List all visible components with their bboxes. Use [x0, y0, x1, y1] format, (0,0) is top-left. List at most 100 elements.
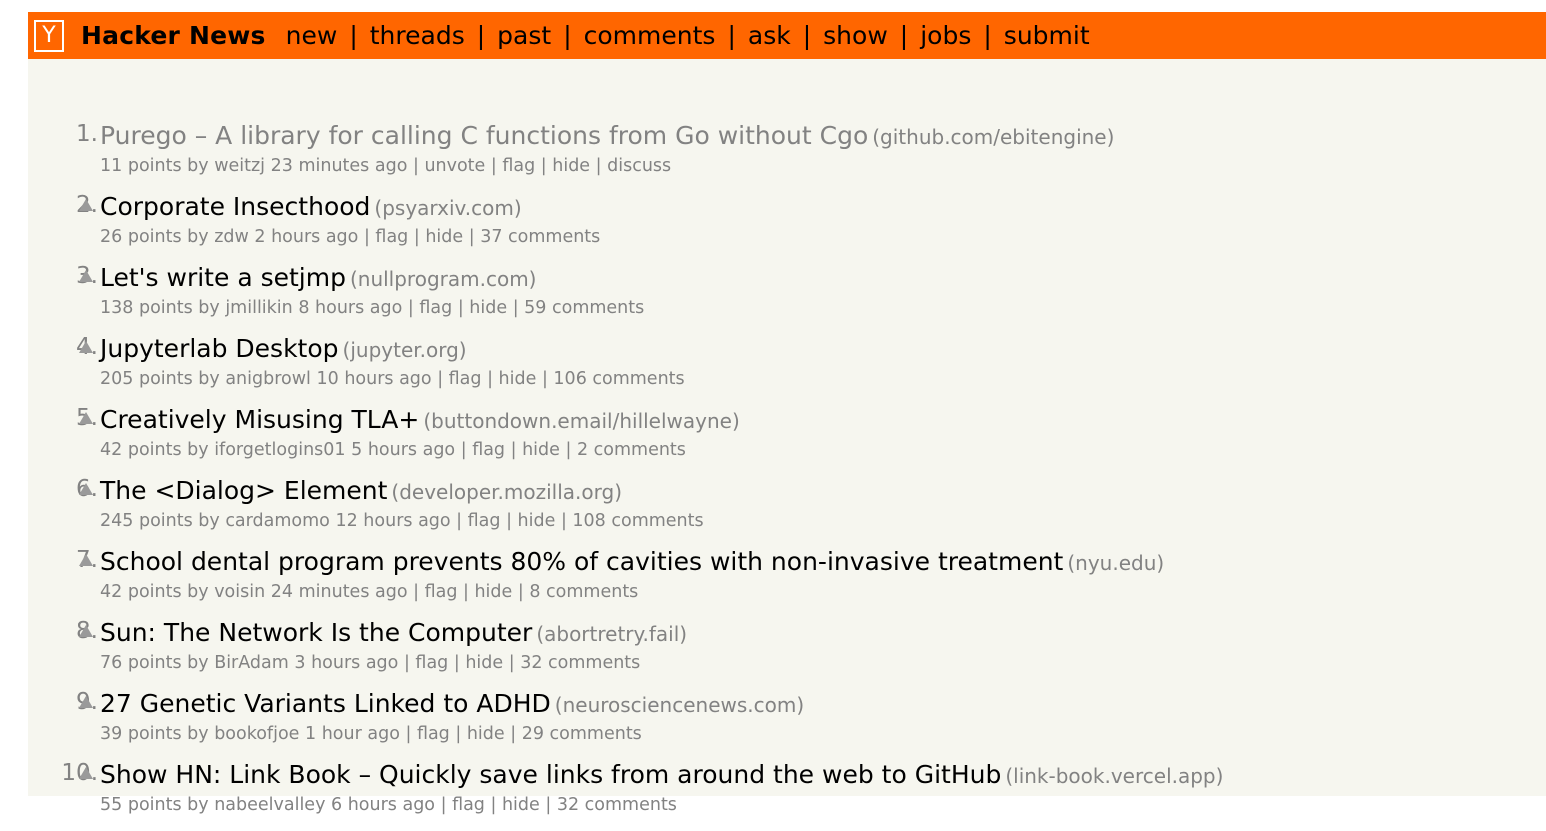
- story-site[interactable]: (nyu.edu): [1067, 551, 1164, 575]
- story-age-link[interactable]: 5 hours ago: [351, 440, 455, 460]
- comments-link[interactable]: 8 comments: [529, 582, 638, 602]
- story-title-link[interactable]: Purego – A library for calling C functio…: [100, 121, 868, 150]
- comments-link[interactable]: 37 comments: [480, 227, 600, 247]
- story-age-link[interactable]: 8 hours ago: [298, 298, 402, 318]
- y-logo-icon[interactable]: Y: [34, 19, 64, 52]
- nav-link-show[interactable]: show: [823, 21, 888, 50]
- story-site[interactable]: (developer.mozilla.org): [391, 480, 622, 504]
- story-user-link[interactable]: bookofjoe: [214, 724, 299, 744]
- upvote-arrow-icon[interactable]: [79, 341, 93, 353]
- comments-link[interactable]: 29 comments: [522, 724, 642, 744]
- story-site[interactable]: (abortretry.fail): [536, 622, 687, 646]
- nav-link-jobs[interactable]: jobs: [920, 21, 971, 50]
- nav-separator: |: [899, 21, 909, 50]
- upvote-arrow-icon[interactable]: [79, 483, 93, 495]
- nav-link-past[interactable]: past: [497, 21, 551, 50]
- hide-link[interactable]: hide: [469, 298, 507, 318]
- story-points: 39 points: [100, 724, 182, 744]
- hide-link[interactable]: hide: [522, 440, 560, 460]
- story-age-link[interactable]: 24 minutes ago: [271, 582, 408, 602]
- story-rank: 1.: [76, 121, 98, 147]
- story-subtext: 26 points by zdw 2 hours ago | flag | hi…: [100, 227, 601, 247]
- flag-link[interactable]: flag: [452, 795, 485, 815]
- story-title-link[interactable]: Creatively Misusing TLA+: [100, 405, 419, 434]
- story-subtext: 42 points by voisin 24 minutes ago | fla…: [100, 582, 639, 602]
- story-age-link[interactable]: 3 hours ago: [294, 653, 398, 673]
- story-user-link[interactable]: jmillikin: [225, 298, 292, 318]
- story-title-link[interactable]: Jupyterlab Desktop: [100, 334, 339, 363]
- story-title-link[interactable]: Let's write a setjmp: [100, 263, 346, 292]
- comments-link[interactable]: 32 comments: [520, 653, 640, 673]
- story-title-link[interactable]: Show HN: Link Book – Quickly save links …: [100, 760, 1001, 789]
- flag-link[interactable]: flag: [375, 227, 408, 247]
- story-user-link[interactable]: weitzj: [214, 156, 265, 176]
- story-user-link[interactable]: voisin: [214, 582, 265, 602]
- comments-link[interactable]: 2 comments: [577, 440, 686, 460]
- hide-link[interactable]: hide: [499, 369, 537, 389]
- upvote-arrow-icon[interactable]: [79, 625, 93, 637]
- comments-link[interactable]: 108 comments: [572, 511, 703, 531]
- discuss-link[interactable]: discuss: [607, 156, 671, 176]
- flag-link[interactable]: flag: [425, 582, 458, 602]
- flag-link[interactable]: flag: [502, 156, 535, 176]
- hide-link[interactable]: hide: [502, 795, 540, 815]
- comments-link[interactable]: 59 comments: [524, 298, 644, 318]
- nav-link-comments[interactable]: comments: [584, 21, 716, 50]
- story-title-link[interactable]: Sun: The Network Is the Computer: [100, 618, 532, 647]
- story-site[interactable]: (jupyter.org): [343, 338, 467, 362]
- comments-link[interactable]: 32 comments: [557, 795, 677, 815]
- story-age-link[interactable]: 12 hours ago: [335, 511, 450, 531]
- flag-link[interactable]: flag: [472, 440, 505, 460]
- story-user-link[interactable]: cardamomo: [225, 511, 330, 531]
- hide-link[interactable]: hide: [552, 156, 590, 176]
- story-age-link[interactable]: 2 hours ago: [254, 227, 358, 247]
- nav-link-new[interactable]: new: [286, 21, 338, 50]
- story-subtext: 39 points by bookofjoe 1 hour ago | flag…: [100, 724, 642, 744]
- story-site[interactable]: (nullprogram.com): [350, 267, 537, 291]
- story-user-link[interactable]: iforgetlogins01: [214, 440, 345, 460]
- story-user-link[interactable]: BirAdam: [214, 653, 289, 673]
- hide-link[interactable]: hide: [425, 227, 463, 247]
- nav-link-ask[interactable]: ask: [748, 21, 791, 50]
- story-title-link[interactable]: Corporate Insecthood: [100, 192, 370, 221]
- upvote-arrow-icon[interactable]: [79, 767, 93, 779]
- flag-link[interactable]: flag: [468, 511, 501, 531]
- story-user-link[interactable]: anigbrowl: [225, 369, 311, 389]
- story-age-link[interactable]: 6 hours ago: [331, 795, 435, 815]
- unvote-link[interactable]: unvote: [424, 156, 485, 176]
- nav-link-threads[interactable]: threads: [370, 21, 465, 50]
- nav-separator: |: [727, 21, 736, 50]
- upvote-arrow-icon[interactable]: [79, 412, 93, 424]
- upvote-arrow-icon[interactable]: [79, 554, 93, 566]
- story-title-link[interactable]: School dental program prevents 80% of ca…: [100, 547, 1063, 576]
- story-site[interactable]: (buttondown.email/hillelwayne): [423, 409, 739, 433]
- hide-link[interactable]: hide: [465, 653, 503, 673]
- flag-link[interactable]: flag: [419, 298, 452, 318]
- nav-link-submit[interactable]: submit: [1004, 21, 1090, 50]
- hide-link[interactable]: hide: [474, 582, 512, 602]
- story-row: 6. The <Dialog> Element (developer.mozilla…: [28, 476, 1546, 547]
- hide-link[interactable]: hide: [518, 511, 556, 531]
- hide-link[interactable]: hide: [467, 724, 505, 744]
- title-line: Let's write a setjmp (nullprogram.com): [100, 263, 536, 292]
- upvote-arrow-icon[interactable]: [79, 270, 93, 282]
- story-age-link[interactable]: 10 hours ago: [316, 369, 431, 389]
- upvote-arrow-icon[interactable]: [79, 696, 93, 708]
- story-title-link[interactable]: The <Dialog> Element: [100, 476, 387, 505]
- story-user-link[interactable]: zdw: [214, 227, 249, 247]
- story-site[interactable]: (neurosciencenews.com): [555, 693, 804, 717]
- comments-link[interactable]: 106 comments: [553, 369, 684, 389]
- upvote-arrow-icon[interactable]: [79, 199, 93, 211]
- flag-link[interactable]: flag: [415, 653, 448, 673]
- story-title-link[interactable]: 27 Genetic Variants Linked to ADHD: [100, 689, 551, 718]
- story-site[interactable]: (github.com/ebitengine): [872, 125, 1114, 149]
- story-site[interactable]: (psyarxiv.com): [374, 196, 521, 220]
- flag-link[interactable]: flag: [449, 369, 482, 389]
- story-age-link[interactable]: 23 minutes ago: [271, 156, 408, 176]
- story-user-link[interactable]: nabeelvalley: [214, 795, 325, 815]
- story-age-link[interactable]: 1 hour ago: [305, 724, 400, 744]
- site-name[interactable]: Hacker News: [81, 21, 266, 50]
- flag-link[interactable]: flag: [417, 724, 450, 744]
- story-site[interactable]: (link-book.vercel.app): [1005, 764, 1223, 788]
- story-points: 11 points: [100, 156, 182, 176]
